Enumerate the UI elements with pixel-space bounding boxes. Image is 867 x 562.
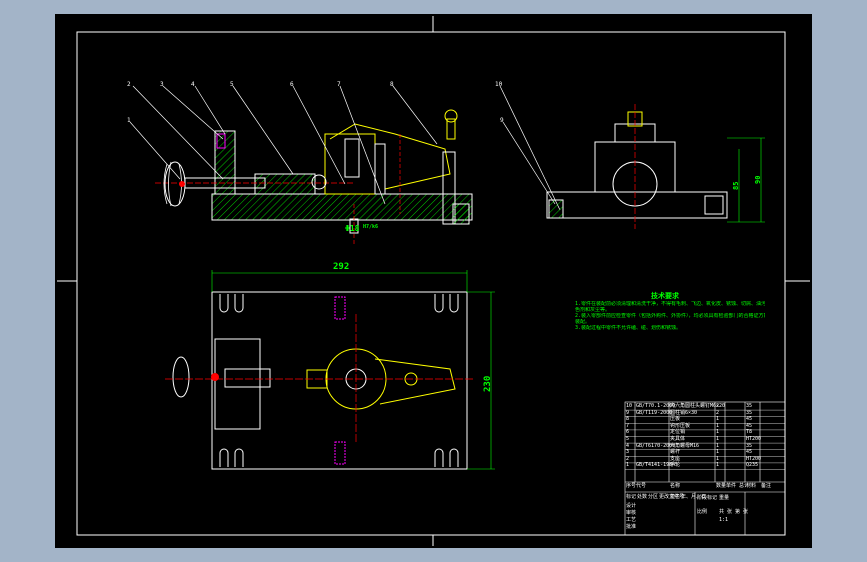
title-block-footer-right: 共 张 第 张 <box>719 509 749 515</box>
cad-drawing <box>57 16 810 546</box>
front-view <box>155 109 473 244</box>
title-block-cell: 1 <box>716 442 720 449</box>
tech-note: 3.装配过程中零件不允许磕、碰、划伤和锈蚀。 <box>575 325 682 331</box>
title-block-cell: 2 <box>716 403 720 409</box>
title-block-footer: 签名 <box>670 494 681 500</box>
title-block-cell: GB/T119-2000 <box>636 409 673 416</box>
title-block-cell: 1 <box>716 429 720 436</box>
title-block-cell: 1 <box>716 455 720 462</box>
title-block-cell: 2 <box>716 409 720 416</box>
title-block-cell: 4 <box>626 442 630 449</box>
side-view <box>546 104 765 229</box>
title-block-cell: 8 <box>626 416 630 423</box>
title-block-cell: 1 <box>716 422 720 429</box>
title-block-footer-right: 阶段标记 <box>697 495 718 501</box>
title-block-cell: 5 <box>626 436 630 442</box>
title-block-cell: 10 <box>626 403 633 409</box>
title-block-cell: 六角螺母M16 <box>670 442 700 449</box>
title-block-header: 数量 <box>716 483 727 489</box>
dim-diameter: Φ18 <box>345 224 360 233</box>
title-block-header: 材料 <box>746 483 757 489</box>
title-block-cell: 手轮 <box>670 462 681 469</box>
title-block-cell: 45 <box>746 416 753 423</box>
title-block-cell: 圆柱销6×30 <box>670 409 698 416</box>
title-block-cell: 1 <box>716 449 720 456</box>
title-block-cell: 1 <box>716 416 720 423</box>
dim-diameter-fit: H7/k6 <box>363 224 379 230</box>
title-block-cell: 35 <box>746 403 753 409</box>
drawing-sheet: 1 2 3 4 5 6 7 8 9 10 292 230 Φ18 H7/k6 8… <box>55 14 812 548</box>
title-block-footer: 处数 <box>637 494 648 500</box>
top-view <box>165 270 495 470</box>
title-block-cell: Q235 <box>746 462 759 469</box>
title-block-cell: 35 <box>746 442 753 449</box>
dim-width: 292 <box>333 262 350 272</box>
title-block-footer: 标记 <box>626 494 637 500</box>
tech-requirements-title: 技术要求 <box>651 292 679 300</box>
title-block-cell: 7 <box>626 422 630 429</box>
title-block-cell: 6 <box>626 429 630 436</box>
title-block-cell: 3 <box>626 449 630 456</box>
balloon-9: 9 <box>500 117 504 124</box>
title-block-cell: 1 <box>716 462 720 469</box>
balloon-7: 7 <box>337 81 341 88</box>
dim-h2: 90 <box>754 175 762 184</box>
title-block-cell: T8 <box>746 429 753 436</box>
title-block-cell: 35 <box>746 409 753 416</box>
title-block-footer: 分区 <box>648 494 659 500</box>
balloon-5: 5 <box>230 81 234 88</box>
title-block-header: 代号 <box>636 483 647 489</box>
title-block-cell: 1 <box>626 462 630 469</box>
title-block-header: 名称 <box>670 483 681 489</box>
balloon-6: 6 <box>290 81 294 88</box>
title-block-role: 批准 <box>626 524 637 530</box>
title-block-role: 工艺 <box>626 517 637 523</box>
dim-height: 230 <box>483 375 493 392</box>
title-block-role: 设计 <box>626 503 637 509</box>
title-block-cell: 9 <box>626 409 630 416</box>
title-block-header: 备注 <box>761 483 772 489</box>
title-block-header: 序号 <box>626 483 637 489</box>
title-block-grid <box>624 401 786 536</box>
title-block-cell: 压板 <box>670 416 681 423</box>
title-block-cell: 2 <box>626 455 630 462</box>
title-block-cell: 45 <box>746 449 753 456</box>
title-block-cell: HT200 <box>746 455 762 462</box>
scale-value: 1:1 <box>719 517 729 523</box>
sheet-border <box>57 16 810 546</box>
balloon-1: 1 <box>127 117 131 124</box>
title-block-role: 审核 <box>626 510 637 516</box>
title-block-cell: 螺杆 <box>670 449 681 456</box>
title-block-cell: 1 <box>716 436 720 442</box>
dim-h1: 85 <box>732 181 740 190</box>
title-block-cell: 定位销 <box>670 429 686 436</box>
balloon-4: 4 <box>191 81 195 88</box>
balloon-2: 2 <box>127 81 131 88</box>
balloon-8: 8 <box>390 81 394 88</box>
title-block-footer-right: 重量 <box>719 495 730 501</box>
title-block-cell: 夹具体 <box>670 436 686 442</box>
title-block-footer-right: 比例 <box>697 509 708 515</box>
balloon-10: 10 <box>495 81 503 88</box>
title-block-cell: HT200 <box>746 436 762 442</box>
title-block-cell: 45 <box>746 422 753 429</box>
balloon-3: 3 <box>160 81 164 88</box>
